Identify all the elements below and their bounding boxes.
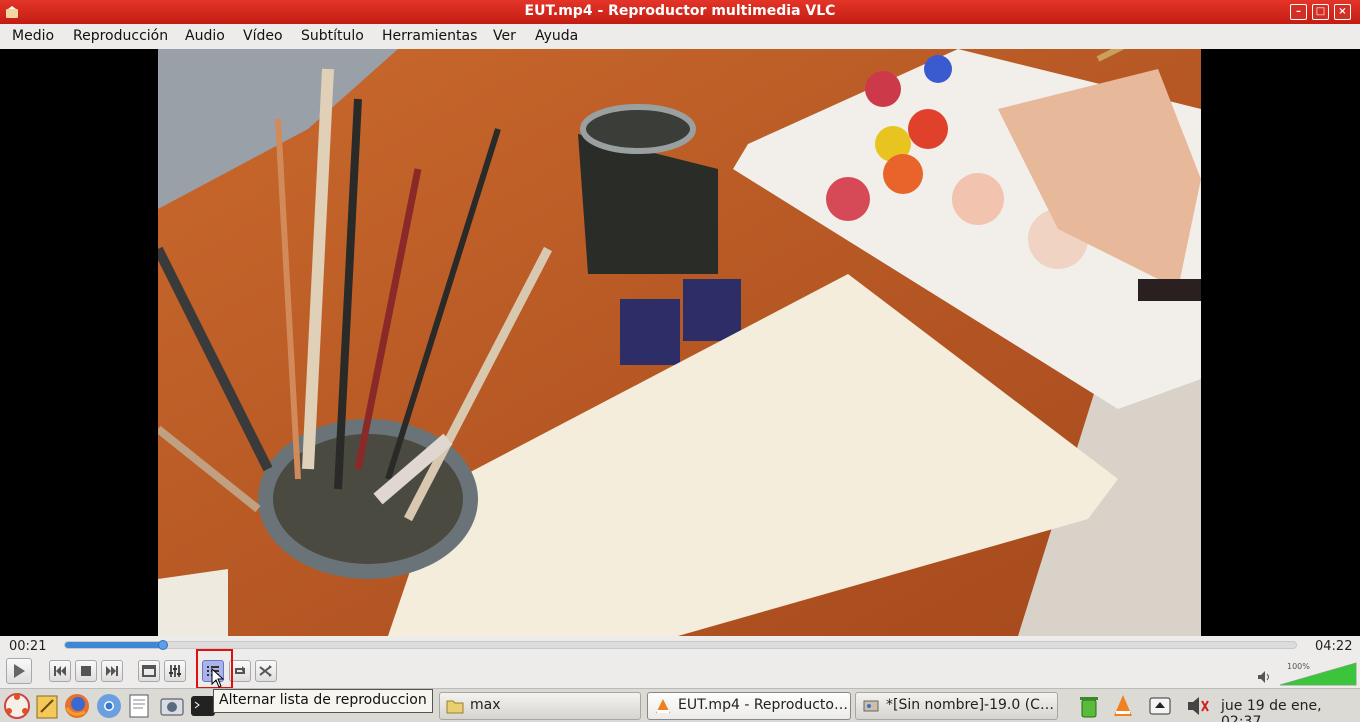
next-button[interactable] xyxy=(101,660,123,682)
menu-medio[interactable]: Medio xyxy=(12,28,54,44)
total-time: 04:22 xyxy=(1315,639,1353,654)
volume-slider[interactable] xyxy=(1279,662,1357,686)
shuffle-icon xyxy=(259,665,272,677)
previous-button[interactable] xyxy=(49,660,71,682)
volume-muted-icon[interactable] xyxy=(1184,693,1210,719)
ubuntu-menu-icon[interactable] xyxy=(3,692,31,720)
playlist-tooltip: Alternar lista de reproduccion xyxy=(213,689,433,713)
trash-icon[interactable] xyxy=(1076,693,1102,719)
task-label: max xyxy=(470,697,501,713)
task-max[interactable]: max xyxy=(439,692,641,720)
notes-icon[interactable] xyxy=(33,692,61,720)
extended-settings-button[interactable] xyxy=(164,660,186,682)
fullscreen-icon xyxy=(142,665,156,677)
window-title: EUT.mp4 - Reproductor multimedia VLC xyxy=(524,3,836,19)
seek-handle[interactable] xyxy=(158,640,168,650)
loop-icon xyxy=(235,666,245,674)
task-label: *[Sin nombre]-19.0 (C… xyxy=(886,697,1054,713)
play-icon xyxy=(14,664,25,678)
maximize-button[interactable]: □ xyxy=(1312,4,1329,20)
taskbar: max EUT.mp4 - Reproducto… *[Sin nombre]-… xyxy=(0,688,1360,722)
vlc-icon xyxy=(656,699,670,713)
title-bar: EUT.mp4 - Reproductor multimedia VLC – □… xyxy=(0,0,1360,24)
seek-slider[interactable] xyxy=(64,640,1297,650)
vlc-tray-icon[interactable] xyxy=(1110,693,1136,719)
screenshot-icon[interactable] xyxy=(158,692,186,720)
shuffle-button[interactable] xyxy=(255,660,277,682)
task-gimp[interactable]: *[Sin nombre]-19.0 (C… xyxy=(855,692,1058,720)
menu-audio[interactable]: Audio xyxy=(185,28,225,44)
folder-icon xyxy=(446,700,464,714)
firefox-icon[interactable] xyxy=(63,692,91,720)
task-label: EUT.mp4 - Reproducto… xyxy=(678,697,848,713)
next-icon xyxy=(106,666,118,676)
chromium-icon[interactable] xyxy=(95,692,123,720)
menu-video[interactable]: Vídeo xyxy=(243,28,283,44)
elapsed-time: 00:21 xyxy=(9,639,47,654)
video-area[interactable] xyxy=(0,49,1360,636)
menu-bar: Medio Reproducción Audio Vídeo Subtítulo… xyxy=(0,24,1360,49)
stop-icon xyxy=(81,666,91,676)
clock[interactable]: jue 19 de ene, 02:37 xyxy=(1221,698,1360,722)
menu-ver[interactable]: Ver xyxy=(493,28,516,44)
volume-icon[interactable] xyxy=(1257,670,1271,684)
keyboard-icon[interactable] xyxy=(1147,693,1173,719)
text-editor-icon[interactable] xyxy=(125,692,153,720)
stop-button[interactable] xyxy=(75,660,97,682)
menu-herramientas[interactable]: Herramientas xyxy=(382,28,477,44)
menu-subtitulo[interactable]: Subtítulo xyxy=(301,28,364,44)
mouse-cursor-icon xyxy=(211,668,225,688)
menu-reproduccion[interactable]: Reproducción xyxy=(73,28,168,44)
seek-progress xyxy=(65,642,163,648)
play-button[interactable] xyxy=(6,658,32,684)
fullscreen-button[interactable] xyxy=(138,660,160,682)
video-frame xyxy=(158,49,1201,636)
task-vlc[interactable]: EUT.mp4 - Reproducto… xyxy=(647,692,851,720)
previous-icon xyxy=(54,666,66,676)
gimp-icon xyxy=(863,700,879,712)
extended-settings-icon xyxy=(169,665,181,677)
menu-ayuda[interactable]: Ayuda xyxy=(535,28,578,44)
minimize-button[interactable]: – xyxy=(1290,4,1307,20)
video-still-image xyxy=(158,49,1201,636)
close-button[interactable]: × xyxy=(1334,4,1351,20)
